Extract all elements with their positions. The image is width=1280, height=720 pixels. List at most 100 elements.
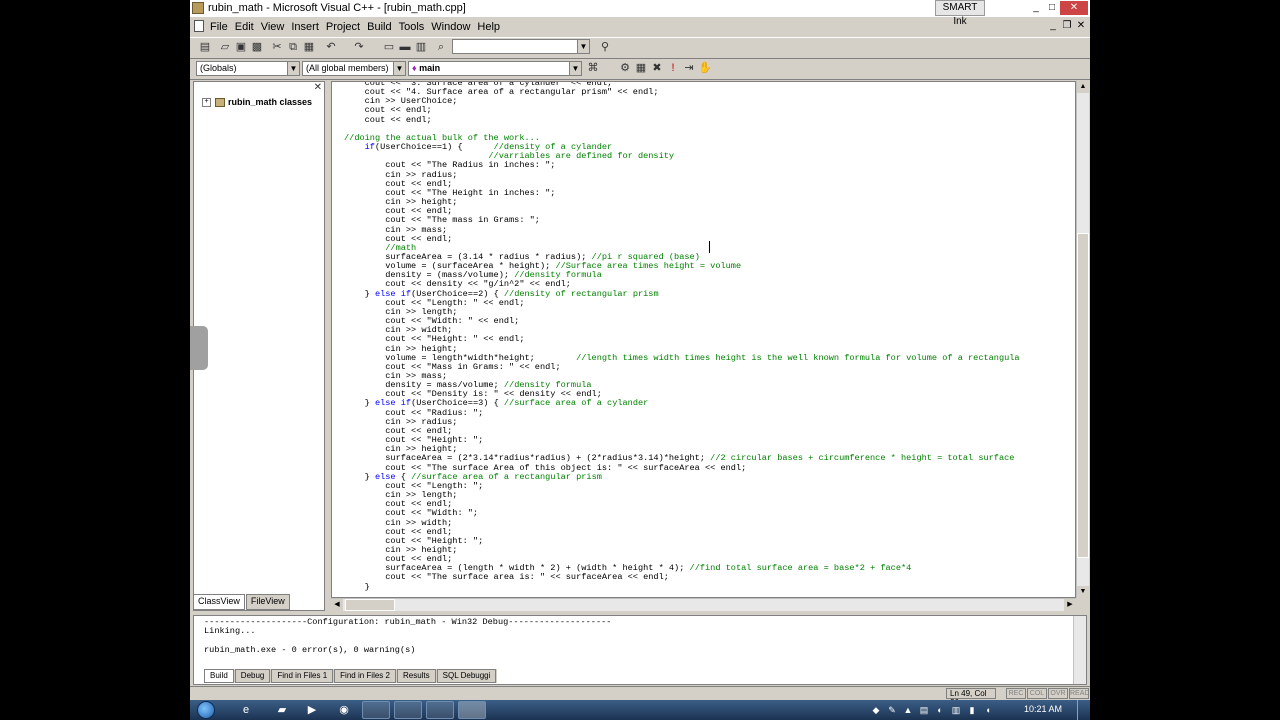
smart-ink-button[interactable]: SMART Ink [935,0,985,27]
app-icon [192,2,204,14]
cut-icon[interactable]: ✂ [270,40,284,54]
open-folder-icon[interactable]: ▱ [218,40,232,54]
tab-find-in-files-2[interactable]: Find in Files 2 [334,669,396,683]
workspace-icon[interactable]: ▭ [382,40,396,54]
output-scrollbar[interactable] [1073,616,1086,684]
scroll-down-icon[interactable]: ▼ [1077,586,1089,598]
function-combo[interactable]: ♦ main ▼ [408,61,582,76]
start-button[interactable] [197,701,215,719]
globals-combo-value: (Globals) [200,63,237,73]
stop-build-icon[interactable]: ✖ [650,61,664,75]
menu-file[interactable]: File [210,21,228,33]
tray-icon[interactable]: ◐ [934,704,946,716]
read-indicator: READ [1069,688,1090,699]
tray-icon[interactable]: ▲ [902,704,914,716]
splitter[interactable] [326,81,330,611]
editor-horizontal-scrollbar[interactable]: ◀ ▶ [331,598,1076,611]
search-icon[interactable]: ⚲ [598,40,612,54]
ie-icon[interactable]: e [238,703,254,717]
ovr-indicator: OVR [1048,688,1068,699]
maximize-icon[interactable]: □ [1044,1,1060,15]
tab-results[interactable]: Results [396,669,436,683]
code-text[interactable]: cout << "3. Surface area of a cylander" … [344,82,1020,592]
menu-help[interactable]: Help [477,21,500,33]
tab-debug[interactable]: Debug [234,669,271,683]
members-combo[interactable]: (All global members) ▼ [302,61,406,76]
tray-icon[interactable]: ▥ [950,704,962,716]
redo-icon[interactable]: ↷ [352,40,366,54]
menu-build[interactable]: Build [367,21,391,33]
scroll-up-icon[interactable]: ▲ [1077,81,1089,93]
minimize-icon[interactable]: _ [1028,1,1044,15]
taskbar-firefox[interactable] [394,701,422,719]
save-icon[interactable]: ▣ [234,40,248,54]
chevron-down-icon[interactable]: ▼ [577,40,589,53]
explorer-icon[interactable]: ▰ [274,703,290,717]
class-icon [215,97,225,107]
scroll-thumb[interactable] [1077,233,1089,558]
volume-icon[interactable]: ◖ [982,704,994,716]
expand-icon[interactable]: + [202,97,211,107]
output-window-icon[interactable]: ▬ [398,40,412,54]
menu-tools[interactable]: Tools [399,21,425,33]
editor-vertical-scrollbar[interactable]: ▲ ▼ [1076,81,1089,598]
chevron-down-icon[interactable]: ▼ [393,62,405,75]
copy-icon[interactable]: ⧉ [286,40,300,54]
scroll-left-icon[interactable]: ◀ [331,599,343,611]
wizard-action-icon[interactable]: ⌘ [586,61,600,75]
show-desktop-button[interactable] [1077,700,1090,720]
doc-minimize-icon[interactable]: _ [1046,20,1060,32]
taskbar-visual-cpp[interactable] [458,701,486,719]
code-token: cout << "The surface area is: " << surfa… [344,572,669,583]
compile-icon[interactable]: ⚙ [618,61,632,75]
menu-view[interactable]: View [261,21,285,33]
menu-edit[interactable]: Edit [235,21,254,33]
document-icon[interactable] [194,20,204,32]
status-bar: Ln 49, Col 36 REC COL OVR READ [190,686,1090,707]
taskbar-app-1[interactable] [362,701,390,719]
tab-fileview[interactable]: FileView [245,594,290,610]
scroll-right-icon[interactable]: ▶ [1064,599,1076,611]
close-icon[interactable]: ✕ [1060,1,1088,15]
code-token: cout << endl; [344,114,432,125]
menu-project[interactable]: Project [326,21,360,33]
paste-icon[interactable]: ▦ [302,40,316,54]
doc-close-icon[interactable]: ✕ [1074,20,1088,32]
tab-sql-debugging[interactable]: SQL Debuggi [436,669,497,683]
tab-find-in-files-1[interactable]: Find in Files 1 [271,669,334,683]
smart-side-tab[interactable] [190,326,208,370]
go-icon[interactable]: ⇥ [682,61,696,75]
new-file-icon[interactable]: ▤ [198,40,212,54]
window-list-icon[interactable]: ▥ [414,40,428,54]
execute-icon[interactable]: ! [666,61,680,75]
chevron-down-icon[interactable]: ▼ [569,62,581,75]
tray-icon[interactable]: ✎ [886,704,898,716]
find-combo[interactable]: ▼ [452,39,590,54]
clock[interactable]: 10:21 AM [1024,704,1062,714]
find-in-files-icon[interactable]: ⌕ [434,40,448,54]
save-all-icon[interactable]: ▩ [250,40,264,54]
tab-classview[interactable]: ClassView [193,594,245,610]
media-player-icon[interactable]: ▶ [304,703,320,717]
network-icon[interactable]: ▮ [966,704,978,716]
col-indicator: COL [1027,688,1047,699]
tree-item-classes[interactable]: + rubin_math classes [202,97,312,107]
menu-window[interactable]: Window [431,21,470,33]
undo-icon[interactable]: ↶ [324,40,338,54]
taskbar-app-3[interactable] [426,701,454,719]
doc-restore-icon[interactable]: ❐ [1060,20,1074,32]
scroll-thumb[interactable] [345,599,395,611]
globals-combo[interactable]: (Globals) ▼ [196,61,300,76]
wizard-bar: (Globals) ▼ (All global members) ▼ ♦ main ▼… [190,59,1090,80]
chrome-icon[interactable]: ◉ [336,703,352,717]
tab-build[interactable]: Build [204,669,234,683]
rec-indicator: REC [1006,688,1026,699]
build-icon[interactable]: ▦ [634,61,648,75]
tray-icon[interactable]: ▤ [918,704,930,716]
chevron-down-icon[interactable]: ▼ [287,62,299,75]
tray-icon[interactable]: ◆ [870,704,882,716]
close-icon[interactable]: ✕ [314,82,322,93]
menu-insert[interactable]: Insert [291,21,319,33]
code-editor[interactable]: cout << "3. Surface area of a cylander" … [331,81,1076,598]
breakpoint-icon[interactable]: ✋ [698,61,712,75]
